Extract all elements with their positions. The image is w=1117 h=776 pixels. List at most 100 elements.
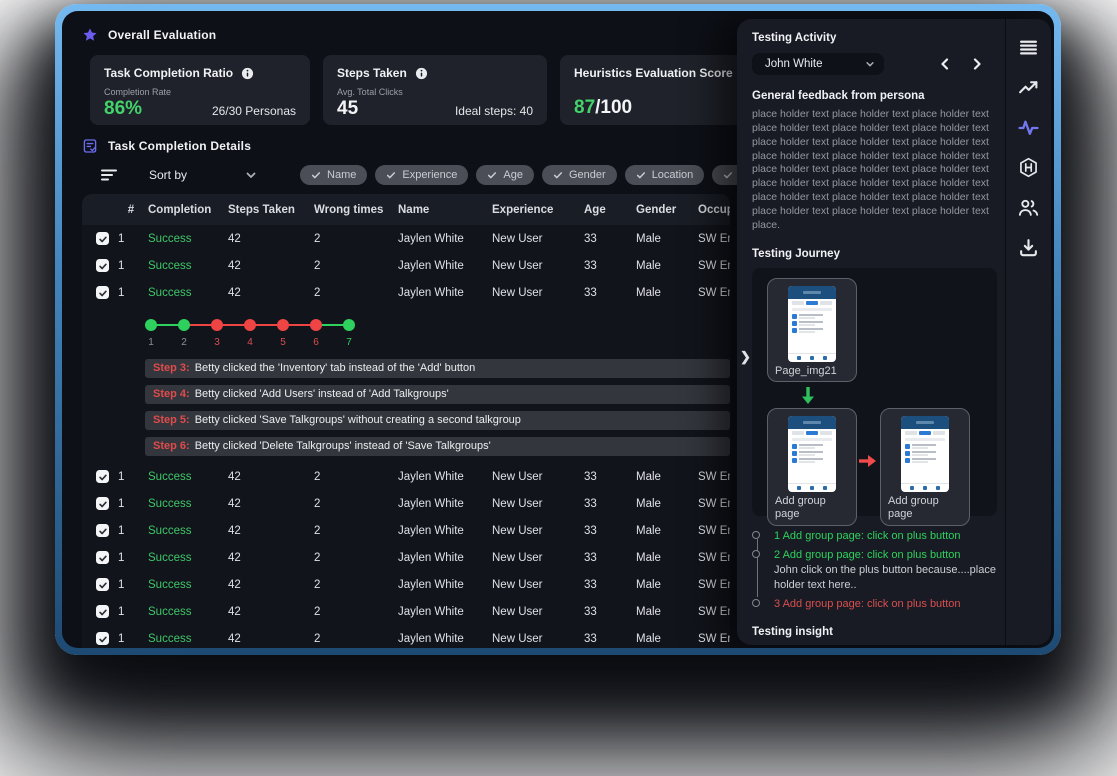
filter-chip-age[interactable]: Age	[476, 165, 534, 185]
timeline-dot[interactable]	[277, 319, 289, 331]
results-table: #CompletionSteps TakenWrong timesNameExp…	[82, 194, 730, 648]
column-header: Steps Taken	[228, 204, 314, 216]
row-checkbox[interactable]	[96, 232, 109, 245]
cell-wrong: 2	[314, 498, 398, 510]
menu-icon[interactable]	[1018, 37, 1039, 58]
cell-completion: Success	[148, 498, 228, 510]
step-error-label: Step 6:	[153, 440, 190, 452]
cell-occupation: SW Engine	[698, 579, 730, 591]
timeline-dot[interactable]	[244, 319, 256, 331]
activity-icon[interactable]	[1018, 117, 1039, 138]
step-error-bar: Step 6:Betty clicked 'Delete Talkgroups'…	[145, 437, 730, 456]
row-checkbox[interactable]	[96, 632, 109, 645]
step-error-label: Step 3:	[153, 362, 190, 374]
filter-chip-label: Experience	[402, 169, 457, 181]
cell-age: 33	[584, 579, 636, 591]
cell-name: Jaylen White	[398, 287, 492, 299]
section-title: Task Completion Details	[108, 139, 251, 153]
column-header: Completion	[148, 204, 228, 216]
cell-name: Jaylen White	[398, 233, 492, 245]
cell-num: 1	[118, 552, 148, 564]
row-checkbox[interactable]	[96, 286, 109, 299]
journey-screen-card[interactable]: Page_img21	[767, 278, 857, 383]
star-icon	[82, 27, 98, 43]
sort-by-label[interactable]: Sort by	[149, 168, 187, 182]
hexagon-h-icon[interactable]	[1018, 157, 1039, 178]
card-title: Steps Taken	[337, 66, 407, 80]
trend-up-icon[interactable]	[1018, 77, 1039, 98]
timeline-label: 4	[240, 337, 260, 348]
table-row: 1Success422Jaylen WhiteNew User33MaleSW …	[82, 517, 730, 544]
insight-heading: Testing insight	[752, 626, 997, 638]
row-checkbox[interactable]	[96, 524, 109, 537]
step-error-bar: Step 3:Betty clicked the 'Inventory' tab…	[145, 359, 730, 378]
section-title: Overall Evaluation	[108, 28, 216, 42]
persona-dropdown[interactable]: John White	[752, 53, 884, 75]
table-row: 1Success422Jaylen WhiteNew User33MaleSW …	[82, 571, 730, 598]
journey-step[interactable]: 1 Add group page: click on plus button	[774, 529, 997, 543]
arrow-right-icon	[859, 454, 877, 468]
cell-num: 1	[118, 525, 148, 537]
filter-chip-name[interactable]: Name	[300, 165, 367, 185]
filter-chip-location[interactable]: Location	[625, 165, 705, 185]
step-timeline: 1234567	[145, 315, 385, 357]
cell-age: 33	[584, 260, 636, 272]
cell-steps: 42	[228, 606, 314, 618]
journey-screen-card[interactable]: Add group page	[767, 408, 857, 527]
row-checkbox[interactable]	[96, 259, 109, 272]
info-icon[interactable]	[241, 67, 254, 80]
cell-steps: 42	[228, 633, 314, 645]
journey-screen-card[interactable]: Add group page	[880, 408, 970, 527]
journey-step-text: 2 Add group page: click on plus button	[774, 548, 997, 562]
cell-occupation: SW Engine	[698, 498, 730, 510]
cell-gender: Male	[636, 525, 698, 537]
row-checkbox[interactable]	[96, 578, 109, 591]
row-checkbox[interactable]	[96, 497, 109, 510]
filter-chip-experience[interactable]: Experience	[375, 165, 468, 185]
cell-gender: Male	[636, 233, 698, 245]
cell-completion: Success	[148, 552, 228, 564]
cell-experience: New User	[492, 525, 584, 537]
panel-collapse-handle[interactable]: ❯	[740, 349, 751, 365]
row-checkbox[interactable]	[96, 605, 109, 618]
journey-step[interactable]: 3 Add group page: click on plus button	[774, 597, 997, 611]
cell-gender: Male	[636, 579, 698, 591]
journey-step[interactable]: 2 Add group page: click on plus buttonJo…	[774, 548, 997, 592]
cell-gender: Male	[636, 287, 698, 299]
cell-occupation: SW Engine	[698, 552, 730, 564]
chevron-down-icon[interactable]	[245, 169, 257, 181]
filter-chip-gender[interactable]: Gender	[542, 165, 617, 185]
cell-experience: New User	[492, 233, 584, 245]
column-header: Experience	[492, 204, 584, 216]
filter-chip-label: Age	[503, 169, 523, 181]
next-persona-button[interactable]	[971, 58, 983, 70]
timeline-dot[interactable]	[211, 319, 223, 331]
row-checkbox[interactable]	[96, 551, 109, 564]
cell-gender: Male	[636, 633, 698, 645]
cell-occupation: SW Engine	[698, 233, 730, 245]
window-glow-frame: Overall Evaluation Task Completion Ratio	[55, 4, 1061, 655]
row-checkbox[interactable]	[96, 470, 109, 483]
timeline-dot[interactable]	[310, 319, 322, 331]
icon-rail	[1005, 19, 1051, 645]
sort-lines-icon[interactable]	[100, 168, 118, 182]
journey-card-label: Add group page	[888, 495, 962, 523]
cell-wrong: 2	[314, 260, 398, 272]
cell-num: 1	[118, 579, 148, 591]
cell-completion: Success	[148, 233, 228, 245]
timeline-dot[interactable]	[145, 319, 157, 331]
cell-steps: 42	[228, 287, 314, 299]
cell-occupation: SW Engine	[698, 287, 730, 299]
timeline-label: 6	[306, 337, 326, 348]
cell-name: Jaylen White	[398, 606, 492, 618]
column-header: Name	[398, 204, 492, 216]
info-icon[interactable]	[415, 67, 428, 80]
prev-persona-button[interactable]	[939, 58, 951, 70]
download-icon[interactable]	[1018, 237, 1039, 258]
users-icon[interactable]	[1018, 197, 1039, 218]
timeline-dot[interactable]	[178, 319, 190, 331]
timeline-dot[interactable]	[343, 319, 355, 331]
cell-wrong: 2	[314, 287, 398, 299]
table-row: 1Success422Jaylen WhiteNew User33MaleSW …	[82, 225, 730, 252]
timeline-label: 5	[273, 337, 293, 348]
